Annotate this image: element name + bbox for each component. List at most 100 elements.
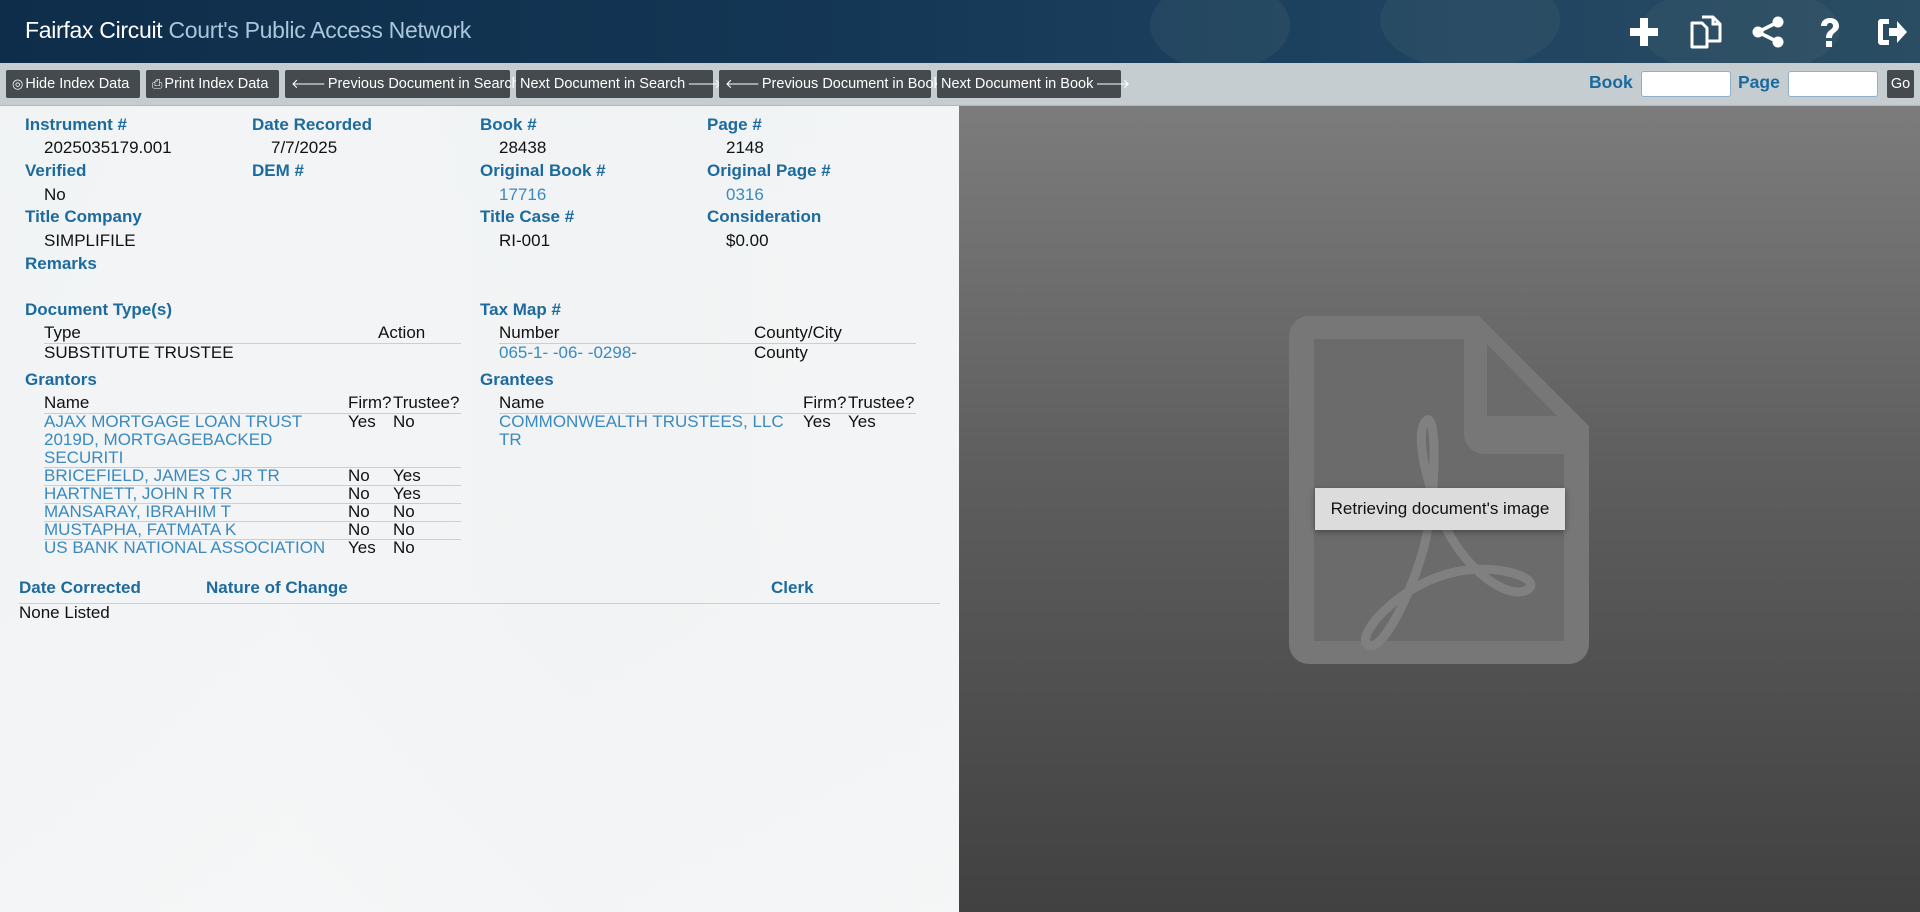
grantors-col-trustee: Trustee? — [393, 393, 460, 412]
grantors-col-firm: Firm? — [348, 393, 392, 412]
page-number-value: 2148 — [726, 138, 764, 157]
page-label: Page — [1738, 72, 1780, 92]
arrow-right-icon: 🡒 — [1095, 76, 1131, 91]
page-number-label: Page # — [707, 115, 762, 134]
tax-map-col-number: Number — [499, 323, 560, 342]
arrow-left-icon: 🡐 — [725, 76, 760, 91]
grantors-label: Grantors — [25, 370, 97, 389]
app-title[interactable]: Fairfax Circuit Court's Public Access Ne… — [25, 17, 471, 44]
page-input[interactable] — [1788, 71, 1878, 97]
arrow-right-icon: 🡒 — [687, 76, 723, 91]
grantor-firm: No — [348, 520, 370, 539]
corrections-header-rule — [19, 603, 940, 604]
grantor-trustee: Yes — [393, 466, 421, 485]
dem-label: DEM # — [252, 161, 304, 180]
date-recorded-value: 7/7/2025 — [271, 138, 338, 157]
consideration-label: Consideration — [707, 207, 822, 226]
grantee-name-link[interactable]: COMMONWEALTH TRUSTEES, LLC — [499, 412, 784, 432]
title-company-label: Title Company — [25, 207, 142, 226]
consideration-value: $0.00 — [726, 231, 769, 250]
next-search-label: Next Document in Search — [520, 76, 686, 92]
next-document-in-book-button[interactable]: Next Document in Book 🡒 — [937, 70, 1130, 98]
print-icon: ⎙ — [152, 76, 163, 91]
share-icon[interactable] — [1748, 12, 1788, 52]
grantor-firm: No — [348, 484, 370, 503]
verified-value: No — [44, 185, 66, 204]
original-book-label: Original Book # — [480, 161, 606, 180]
grantee-firm: Yes — [803, 412, 831, 431]
title-case-label: Title Case # — [480, 207, 575, 226]
grantor-name-link[interactable]: MANSARAY, IBRAHIM T — [44, 502, 231, 522]
grantee-trustee: Yes — [848, 412, 876, 431]
title-company-value: SIMPLIFILE — [44, 231, 136, 250]
original-page-label: Original Page # — [707, 161, 831, 180]
grantor-firm: Yes — [348, 412, 376, 431]
verified-label: Verified — [25, 161, 87, 180]
grantor-trustee: No — [393, 538, 415, 557]
tax-map-col-county: County/City — [754, 323, 842, 342]
previous-document-in-search-button[interactable]: 🡐 Previous Document in Search — [285, 70, 520, 98]
help-icon[interactable] — [1810, 12, 1850, 52]
document-toolbar: ◎ Hide Index Data ⎙ Print Index Data 🡐 Prev… — [0, 63, 1920, 106]
book-input[interactable] — [1641, 71, 1731, 97]
grantees-label: Grantees — [480, 370, 554, 389]
brand-main: Fairfax Circuit — [25, 17, 163, 43]
grantee-name-link-line2[interactable]: TR — [499, 430, 522, 450]
loading-status-message: Retrieving document's image — [1315, 488, 1565, 530]
grantor-name-link[interactable]: MUSTAPHA, FATMATA K — [44, 520, 236, 540]
grantor-name-link-line2[interactable]: 2019D, MORTGAGEBACKED — [44, 430, 272, 450]
document-image-viewer[interactable]: Retrieving document's image — [959, 106, 1920, 912]
grantor-name-link-line3[interactable]: SECURITI — [44, 448, 123, 468]
book-number-label: Book # — [480, 115, 537, 134]
corrections-empty-text: None Listed — [19, 603, 110, 622]
copy-documents-icon[interactable] — [1686, 12, 1726, 52]
book-number-value: 28438 — [499, 138, 547, 157]
hide-index-data-button[interactable]: ◎ Hide Index Data — [6, 70, 140, 98]
tax-map-county-value: County — [754, 343, 808, 362]
book-label: Book — [1589, 72, 1633, 92]
print-index-label: Print Index Data — [164, 76, 269, 92]
clerk-header: Clerk — [771, 578, 814, 597]
instrument-value: 2025035179.001 — [44, 138, 172, 157]
print-index-data-button[interactable]: ⎙ Print Index Data — [146, 70, 279, 98]
grantor-name-link[interactable]: BRICEFIELD, JAMES C JR TR — [44, 466, 280, 486]
date-recorded-label: Date Recorded — [252, 115, 372, 134]
original-page-link[interactable]: 0316 — [726, 185, 764, 205]
grantor-name-link[interactable]: US BANK NATIONAL ASSOCIATION — [44, 538, 325, 558]
arrow-left-icon: 🡐 — [291, 76, 326, 91]
tax-map-number-link[interactable]: 065-1- -06- -0298- — [499, 343, 637, 363]
document-types-label: Document Type(s) — [25, 300, 173, 319]
doc-type-value: SUBSTITUTE TRUSTEE — [44, 343, 234, 362]
prev-book-label: Previous Document in Book — [761, 76, 941, 92]
grantor-firm: No — [348, 502, 370, 521]
grantor-name-link[interactable]: HARTNETT, JOHN R TR — [44, 484, 232, 504]
title-case-value: RI-001 — [499, 231, 551, 250]
grantor-firm: No — [348, 466, 370, 485]
next-book-label: Next Document in Book — [941, 76, 1094, 92]
go-button[interactable]: Go — [1887, 70, 1914, 98]
remarks-label: Remarks — [25, 254, 97, 273]
grantors-col-name: Name — [44, 393, 90, 412]
grantor-trustee: No — [393, 502, 415, 521]
prev-search-label: Previous Document in Search — [327, 76, 520, 92]
header-foliage — [1150, 0, 1290, 63]
eye-slash-icon: ◎ — [12, 76, 24, 91]
doc-type-col-action: Action — [378, 323, 426, 342]
grantor-trustee: No — [393, 412, 415, 431]
doc-type-col-type: Type — [44, 323, 81, 342]
logout-icon[interactable] — [1872, 12, 1912, 52]
brand-sub: Court's Public Access Network — [168, 17, 471, 43]
instrument-label: Instrument # — [25, 115, 128, 134]
app-header: Fairfax Circuit Court's Public Access Ne… — [0, 0, 1920, 63]
plus-icon[interactable] — [1624, 12, 1664, 52]
grantor-name-link[interactable]: AJAX MORTGAGE LOAN TRUST — [44, 412, 302, 432]
original-book-link[interactable]: 17716 — [499, 185, 546, 205]
grantees-col-trustee: Trustee? — [848, 393, 915, 412]
grantees-col-firm: Firm? — [803, 393, 847, 412]
grantor-trustee: No — [393, 520, 415, 539]
header-actions — [1602, 0, 1912, 63]
previous-document-in-book-button[interactable]: 🡐 Previous Document in Book — [719, 70, 941, 98]
next-document-in-search-button[interactable]: Next Document in Search 🡒 — [516, 70, 722, 98]
tax-map-label: Tax Map # — [480, 300, 561, 319]
header-foliage — [1380, 0, 1560, 63]
